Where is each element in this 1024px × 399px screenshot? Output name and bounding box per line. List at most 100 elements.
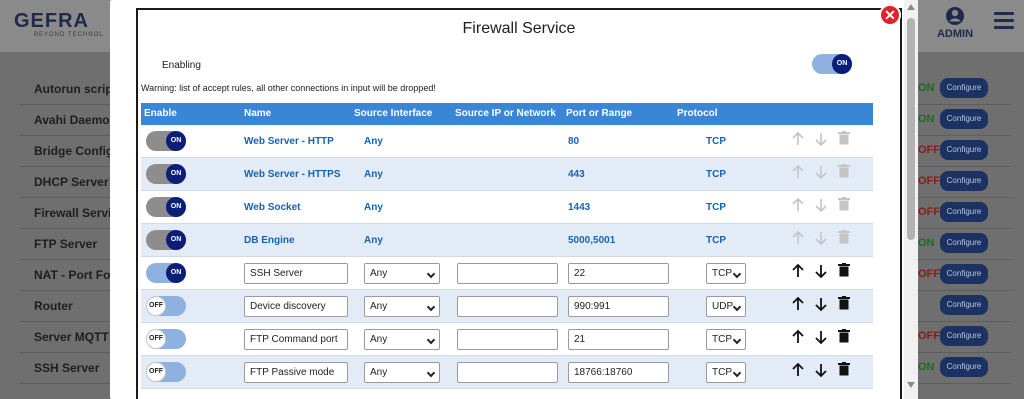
hamburger-icon[interactable] xyxy=(994,12,1014,33)
chevron-down-icon xyxy=(426,269,436,278)
column-header: Enable xyxy=(144,108,177,119)
table-row: ON Web Server - HTTPS Any 443 TCP xyxy=(141,158,873,191)
modal-title: Firewall Service xyxy=(462,20,576,37)
arrow-down-icon[interactable] xyxy=(814,362,835,382)
close-icon[interactable]: ✕ xyxy=(879,4,901,26)
protocol-select[interactable]: TCP xyxy=(706,361,746,383)
arrow-up-icon xyxy=(791,164,812,184)
protocol-select[interactable]: TCP xyxy=(706,262,746,284)
column-header: Port or Range xyxy=(566,108,633,119)
rule-enable-toggle: ON xyxy=(146,164,186,184)
enabling-toggle[interactable]: ON xyxy=(812,54,852,74)
configure-button[interactable]: Configure xyxy=(940,171,988,191)
enabling-label: Enabling xyxy=(162,60,201,71)
chevron-down-icon xyxy=(732,368,742,377)
table-row: ON DB Engine Any 5000,5001 TCP xyxy=(141,224,873,257)
arrow-up-icon[interactable] xyxy=(791,329,812,349)
arrow-up-icon[interactable] xyxy=(791,296,812,316)
arrow-down-icon[interactable] xyxy=(814,296,835,316)
chevron-down-icon xyxy=(732,302,742,311)
service-name: Firewall Servic xyxy=(34,206,119,220)
rule-name-input[interactable]: FTP Passive mode xyxy=(244,361,348,383)
port-input[interactable]: 21 xyxy=(568,328,669,350)
rule-name-input[interactable]: SSH Server xyxy=(244,262,348,284)
interface-select[interactable]: Any xyxy=(364,361,440,383)
trash-icon xyxy=(837,230,859,250)
service-state: OFF xyxy=(918,144,940,156)
source-ip-input[interactable] xyxy=(457,262,558,284)
configure-button[interactable]: Configure xyxy=(940,295,988,315)
service-name: Autorun script xyxy=(34,82,117,96)
trash-icon[interactable] xyxy=(837,263,859,283)
toggle-knob: ON xyxy=(832,54,852,74)
user-label: ADMIN xyxy=(936,28,974,40)
source-ip-input[interactable] xyxy=(457,328,558,350)
source-ip-input[interactable] xyxy=(457,295,558,317)
configure-button[interactable]: Configure xyxy=(940,233,988,253)
rule-protocol: TCP xyxy=(706,168,726,180)
interface-select[interactable]: Any xyxy=(364,262,440,284)
scroll-up-icon[interactable] xyxy=(907,4,915,10)
configure-button[interactable]: Configure xyxy=(940,264,988,284)
service-state: OFF xyxy=(918,206,940,218)
rule-enable-toggle[interactable]: OFF xyxy=(146,362,186,382)
rule-enable-toggle[interactable]: ON xyxy=(146,263,186,283)
rule-interface: Any xyxy=(364,201,383,213)
service-state: ON xyxy=(918,113,935,125)
table-header: Enable Name Source Interface Source IP o… xyxy=(141,103,873,125)
configure-button[interactable]: Configure xyxy=(940,357,988,377)
arrow-down-icon[interactable] xyxy=(814,329,835,349)
configure-button[interactable]: Configure xyxy=(940,326,988,346)
port-input[interactable]: 990:991 xyxy=(568,295,669,317)
service-name: FTP Server xyxy=(34,237,98,251)
modal-scrollbar[interactable] xyxy=(904,0,918,399)
service-name: SSH Server xyxy=(34,361,100,375)
arrow-up-icon[interactable] xyxy=(791,263,812,283)
scroll-thumb[interactable] xyxy=(907,18,915,240)
row-actions xyxy=(791,290,861,322)
row-actions xyxy=(791,323,861,355)
rule-name-input[interactable]: Device discovery xyxy=(244,295,348,317)
trash-icon xyxy=(837,197,859,217)
interface-select[interactable]: Any xyxy=(364,295,440,317)
port-input[interactable]: 18766:18760 xyxy=(568,361,669,383)
chevron-down-icon xyxy=(426,302,436,311)
port-input[interactable]: 22 xyxy=(568,262,669,284)
rule-name: Web Server - HTTPS xyxy=(244,168,341,180)
configure-button[interactable]: Configure xyxy=(940,202,988,222)
table-row: ON Web Server - HTTP Any 80 TCP xyxy=(141,125,873,158)
protocol-select[interactable]: UDP xyxy=(706,295,746,317)
configure-button[interactable]: Configure xyxy=(940,78,988,98)
configure-button[interactable]: Configure xyxy=(940,140,988,160)
row-actions xyxy=(791,158,861,190)
rule-port: 5000,5001 xyxy=(568,234,616,246)
rule-interface: Any xyxy=(364,234,383,246)
service-state: ON xyxy=(918,361,935,373)
trash-icon[interactable] xyxy=(837,362,859,382)
modal-content: Firewall Service Enabling ON Warning: li… xyxy=(136,8,902,399)
rule-name-input[interactable]: FTP Command port xyxy=(244,328,348,350)
rule-port: 1443 xyxy=(568,201,591,213)
interface-select[interactable]: Any xyxy=(364,328,440,350)
trash-icon xyxy=(837,131,859,151)
source-ip-input[interactable] xyxy=(457,361,558,383)
brand-tagline: BEYOND TECHNOL xyxy=(34,32,104,38)
warning-text: Warning: list of accept rules, all other… xyxy=(141,83,436,93)
arrow-up-icon xyxy=(791,230,812,250)
trash-icon[interactable] xyxy=(837,296,859,316)
service-state: OFF xyxy=(918,268,940,280)
rule-enable-toggle[interactable]: OFF xyxy=(146,329,186,349)
arrow-up-icon[interactable] xyxy=(791,362,812,382)
trash-icon[interactable] xyxy=(837,329,859,349)
service-name: Bridge Configu xyxy=(34,144,121,158)
table-row: OFF Device discovery Any 990:991 UDP xyxy=(141,290,873,323)
chevron-down-icon xyxy=(732,269,742,278)
configure-button[interactable]: Configure xyxy=(940,109,988,129)
protocol-select[interactable]: TCP xyxy=(706,328,746,350)
service-state: OFF xyxy=(918,175,940,187)
service-state: ON xyxy=(918,82,935,94)
user-menu[interactable]: ADMIN xyxy=(930,6,980,40)
scroll-down-icon[interactable] xyxy=(907,382,915,388)
rule-enable-toggle[interactable]: OFF xyxy=(146,296,186,316)
arrow-down-icon[interactable] xyxy=(814,263,835,283)
